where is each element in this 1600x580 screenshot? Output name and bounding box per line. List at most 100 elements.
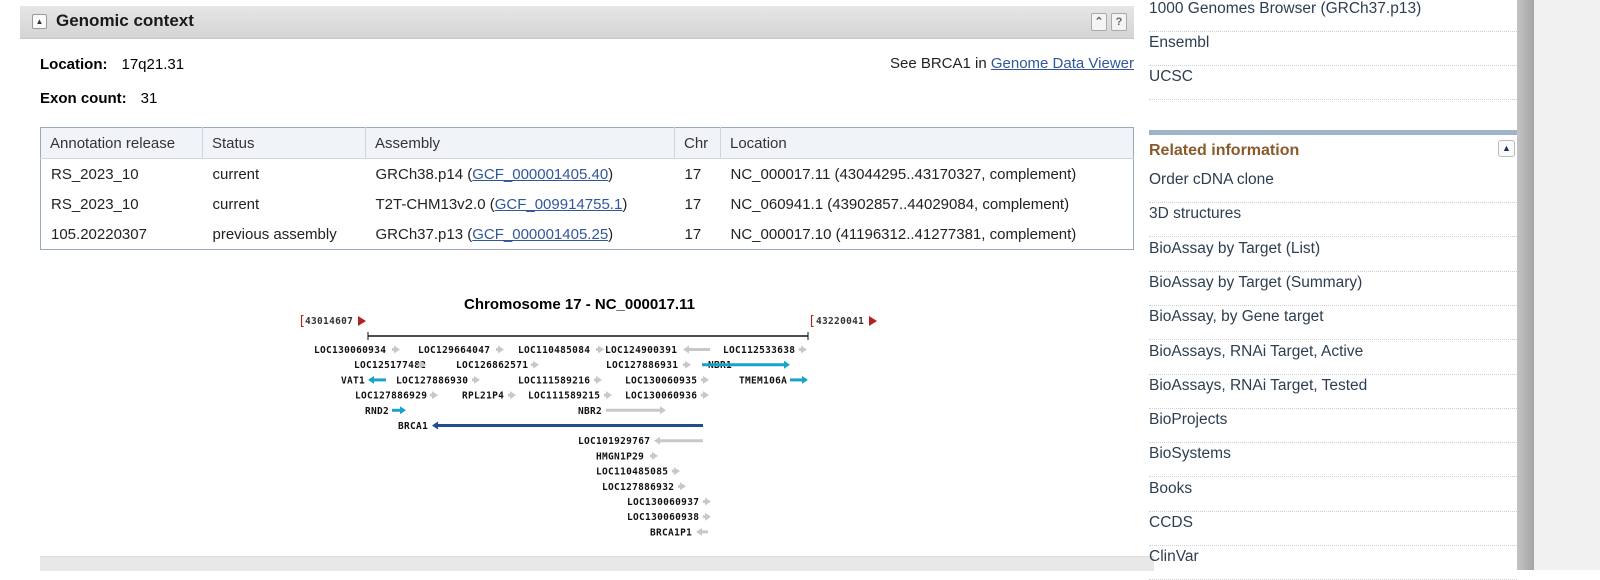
- gene-label-rpl21p4[interactable]: RPL21P4: [462, 391, 504, 402]
- scrollbar-gutter: [1517, 0, 1534, 570]
- arrow-head-right-icon: [510, 391, 516, 400]
- gene-label-loc124900391[interactable]: LOC124900391: [605, 345, 677, 356]
- assembly-cell: GRCh38.p14 (GCF_000001405.40): [375, 166, 614, 183]
- related-link[interactable]: CCDS: [1149, 513, 1517, 546]
- arrow-head-right-icon: [784, 360, 790, 369]
- related-link[interactable]: BioProjects: [1149, 410, 1517, 444]
- column-header: Assembly: [365, 127, 675, 159]
- related-link[interactable]: BioSystems: [1149, 444, 1517, 478]
- related-link[interactable]: 3D structures: [1149, 204, 1517, 238]
- arrow-head-left-icon: [368, 375, 374, 384]
- location-cell: NC_000017.11 (43044295..43170327, comple…: [730, 166, 1077, 183]
- gene-label-loc130060938[interactable]: LOC130060938: [627, 512, 699, 523]
- help-icon[interactable]: ?: [1111, 13, 1127, 31]
- next-section-header: [40, 556, 1154, 571]
- gene-label-loc110485084[interactable]: LOC110485084: [518, 345, 590, 356]
- gene-label-rnd2[interactable]: RND2: [365, 406, 389, 417]
- arrow-head-right-icon: [705, 512, 711, 521]
- collapse-toggle-icon[interactable]: ▲: [32, 14, 47, 29]
- column-header: Chr: [674, 127, 721, 159]
- related-link[interactable]: ClinVar: [1149, 547, 1517, 580]
- status-cell: current: [212, 166, 260, 183]
- arrow-head-left-icon: [654, 436, 660, 445]
- gene-label-loc126862571[interactable]: LOC126862571: [456, 360, 528, 371]
- status-cell: current: [212, 196, 260, 213]
- related-collapse-icon[interactable]: ▲: [1498, 140, 1515, 157]
- sidebar-link[interactable]: UCSC: [1149, 67, 1517, 100]
- assembly-cell: GRCh37.p13 (GCF_000001405.25): [375, 226, 614, 243]
- column-header: Annotation release: [40, 127, 203, 159]
- arrow-head-right-icon: [703, 375, 709, 384]
- related-link[interactable]: BioAssay by Target (List): [1149, 239, 1517, 272]
- assembly-accession-link[interactable]: GCF_000001405.40: [472, 166, 608, 183]
- gene-label-nbr2[interactable]: NBR2: [578, 406, 602, 417]
- sidebar-link[interactable]: Ensembl: [1149, 33, 1517, 66]
- gene-label-loc129664047[interactable]: LOC129664047: [418, 345, 490, 356]
- gene-label-vat1[interactable]: VAT1: [341, 375, 365, 386]
- chr-cell: 17: [684, 196, 702, 213]
- table-header-row: Annotation release Status Assembly Chr L…: [40, 127, 1134, 159]
- arrow-head-right-icon: [498, 345, 504, 354]
- arrow-head-left-icon: [683, 345, 689, 354]
- sidebar-link[interactable]: 1000 Genomes Browser (GRCh37.p13): [1149, 0, 1517, 32]
- gene-label-loc112533638[interactable]: LOC112533638: [723, 345, 795, 356]
- assembly-accession-link[interactable]: GCF_009914755.1: [495, 196, 623, 213]
- gene-label-loc127886930[interactable]: LOC127886930: [396, 375, 468, 386]
- arrow-head-right-icon: [801, 345, 807, 354]
- location-row: Location: 17q21.31: [40, 56, 184, 73]
- arrow-head-right-icon: [394, 345, 400, 354]
- gene-label-tmem106a[interactable]: TMEM106A: [739, 375, 787, 386]
- arrow-head-left-icon: [696, 527, 702, 536]
- arrow-head-right-icon: [432, 391, 438, 400]
- page-background: [1534, 0, 1600, 570]
- section-header: ▲ Genomic context ⌃ ?: [20, 6, 1134, 39]
- status-cell: previous assembly: [212, 226, 337, 243]
- arrow-head-right-icon: [674, 467, 680, 476]
- chr-cell: 17: [684, 226, 702, 243]
- gene-label-loc130060936[interactable]: LOC130060936: [625, 391, 697, 402]
- related-link[interactable]: Order cDNA clone: [1149, 170, 1517, 203]
- table-row: RS_2023_10 current T2T-CHM13v2.0 (GCF_0099…: [41, 189, 1134, 219]
- gene-label-brca1p1[interactable]: BRCA1P1: [650, 527, 692, 538]
- section-title: Genomic context: [56, 11, 194, 30]
- gene-label-loc127886929[interactable]: LOC127886929: [355, 391, 427, 402]
- gene-label-loc125177482[interactable]: LOC125177482: [354, 360, 426, 371]
- arrow-head-right-icon: [400, 406, 406, 415]
- release-cell: RS_2023_10: [51, 166, 139, 183]
- range-start-arrow-icon[interactable]: [358, 316, 366, 326]
- arrow-head-right-icon: [596, 375, 602, 384]
- arrow-head-right-icon: [598, 345, 604, 354]
- assembly-accession-link[interactable]: GCF_000001405.25: [472, 226, 608, 243]
- related-link[interactable]: BioAssays, RNAi Target, Tested: [1149, 376, 1517, 409]
- arrow-head-right-icon: [606, 391, 612, 400]
- related-link[interactable]: BioAssay, by Gene target: [1149, 307, 1517, 341]
- related-link[interactable]: BioAssays, RNAi Target, Active: [1149, 342, 1517, 375]
- gene-label-loc130060937[interactable]: LOC130060937: [627, 497, 699, 508]
- scroll-to-top-icon[interactable]: ⌃: [1091, 13, 1107, 31]
- release-cell: RS_2023_10: [51, 196, 139, 213]
- gene-label-loc101929767[interactable]: LOC101929767: [578, 436, 650, 447]
- genome-data-viewer-link[interactable]: Genome Data Viewer: [991, 55, 1134, 72]
- table-row: 105.20220307 previous assembly GRCh37.p13 …: [41, 219, 1134, 250]
- gene-label-loc127886931[interactable]: LOC127886931: [606, 360, 678, 371]
- gene-label-loc130060935[interactable]: LOC130060935: [625, 375, 697, 386]
- gene-label-loc110485085[interactable]: LOC110485085: [596, 467, 668, 478]
- gene-label-hmgn1p29[interactable]: HMGN1P29: [596, 451, 644, 462]
- column-header: Location: [720, 127, 1134, 159]
- location-label: Location:: [40, 56, 108, 73]
- range-end-label: 43220041: [816, 316, 864, 327]
- annotation-table: Annotation release Status Assembly Chr L…: [40, 127, 1134, 250]
- gene-label-brca1[interactable]: BRCA1: [398, 421, 428, 432]
- chr-cell: 17: [684, 166, 702, 183]
- assembly-cell: T2T-CHM13v2.0 (GCF_009914755.1): [375, 196, 628, 213]
- gene-label-loc111589216[interactable]: LOC111589216: [518, 375, 590, 386]
- arrow-head-right-icon: [685, 360, 691, 369]
- gene-label-loc127886932[interactable]: LOC127886932: [602, 482, 674, 493]
- gene-label-loc130060934[interactable]: LOC130060934: [314, 345, 386, 356]
- related-info-divider: [1149, 130, 1517, 135]
- gene-label-loc111589215[interactable]: LOC111589215: [528, 391, 600, 402]
- genome-data-viewer-note: See BRCA1 in Genome Data Viewer: [890, 55, 1134, 72]
- range-end-arrow-icon[interactable]: [869, 316, 877, 326]
- related-link[interactable]: BioAssay by Target (Summary): [1149, 273, 1517, 306]
- related-link[interactable]: Books: [1149, 479, 1517, 512]
